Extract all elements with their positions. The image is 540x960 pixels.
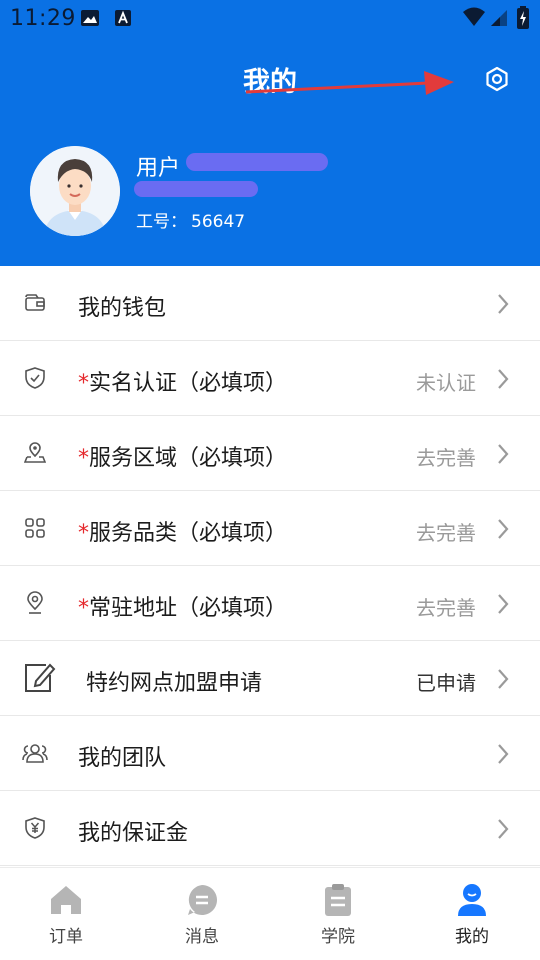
settings-hexagon-icon [486,66,508,92]
signal-icon [490,6,508,32]
chevron-right-icon [496,518,510,544]
status-bar: 11:29 [0,0,540,38]
profile-card[interactable]: 用户 工号： 56647 [0,140,540,250]
avatar[interactable] [30,146,120,236]
team-icon [22,738,48,768]
battery-charging-icon [516,6,530,34]
chevron-right-icon [496,818,510,844]
menu-item-label: 我的钱包 [78,296,167,321]
chevron-right-icon [496,368,510,394]
menu-item-wallet[interactable]: 我的钱包 [0,266,540,341]
location-pin-icon [22,588,48,618]
staff-id-value: 56647 [191,212,246,232]
required-mark: * [78,521,89,546]
menu-item-label: *常驻地址（必填项） [78,596,288,621]
menu-item-service-area[interactable]: *服务区域（必填项） 去完善 [0,416,540,491]
menu-item-resident-address[interactable]: *常驻地址（必填项） 去完善 [0,566,540,641]
menu-item-status: 去完善 [416,446,476,470]
menu-item-label: 特约网点加盟申请 [86,671,263,696]
shield-check-icon [22,363,48,393]
tab-label: 我的 [455,927,489,947]
message-icon [152,882,252,918]
tab-orders[interactable]: 订单 [16,882,116,947]
redaction-mark [134,181,258,197]
annotation-arrow [245,71,454,95]
required-mark: * [78,596,89,621]
user-icon [422,882,522,918]
menu-item-status: 未认证 [416,371,476,395]
menu-item-my-team[interactable]: 我的团队 [0,716,540,791]
required-mark: * [78,446,89,471]
menu-item-status: 去完善 [416,521,476,545]
user-name: 用户 [136,156,181,181]
deposit-shield-icon [22,813,48,843]
tab-label: 学院 [321,927,355,947]
menu-item-deposit[interactable]: 我的保证金 [0,791,540,866]
tab-label: 订单 [49,927,83,947]
menu-item-label: *服务区域（必填项） [78,446,288,471]
avatar-illustration [30,146,120,236]
chevron-right-icon [496,743,510,769]
menu-item-label: *实名认证（必填项） [78,371,288,396]
home-icon [16,882,116,918]
chevron-right-icon [496,593,510,619]
clipboard-icon [288,882,388,918]
chevron-right-icon [496,293,510,319]
tab-mine[interactable]: 我的 [422,882,522,947]
wifi-icon [462,6,486,32]
staff-id: 工号： 56647 [136,207,245,232]
gallery-notification-icon [80,9,100,31]
required-mark: * [78,371,89,396]
edit-form-icon [22,661,56,695]
tab-label: 消息 [185,927,219,947]
bottom-tab-bar: 订单 消息 学院 我的 [0,867,540,960]
menu-item-label: *服务品类（必填项） [78,521,288,546]
map-pin-area-icon [22,438,48,468]
tab-messages[interactable]: 消息 [152,882,252,947]
chevron-right-icon [496,443,510,469]
redaction-mark [186,153,328,171]
menu-item-label: 我的团队 [78,746,167,771]
menu-list: 我的钱包 *实名认证（必填项） 未认证 *服务区域（必填项） 去完善 *服务品类… [0,266,540,866]
category-grid-icon [22,513,48,543]
menu-item-franchise-application[interactable]: 特约网点加盟申请 已申请 [0,641,540,716]
menu-item-real-name-verification[interactable]: *实名认证（必填项） 未认证 [0,341,540,416]
menu-item-label: 我的保证金 [78,821,189,846]
wallet-icon [22,288,48,318]
chevron-right-icon [496,668,510,694]
menu-item-status: 已申请 [416,671,476,695]
a-notification-icon [114,9,132,31]
status-time: 11:29 [10,6,76,31]
tab-academy[interactable]: 学院 [288,882,388,947]
settings-button[interactable] [480,62,514,96]
menu-item-status: 去完善 [416,596,476,620]
menu-item-service-category[interactable]: *服务品类（必填项） 去完善 [0,491,540,566]
staff-id-label: 工号： [136,212,187,232]
